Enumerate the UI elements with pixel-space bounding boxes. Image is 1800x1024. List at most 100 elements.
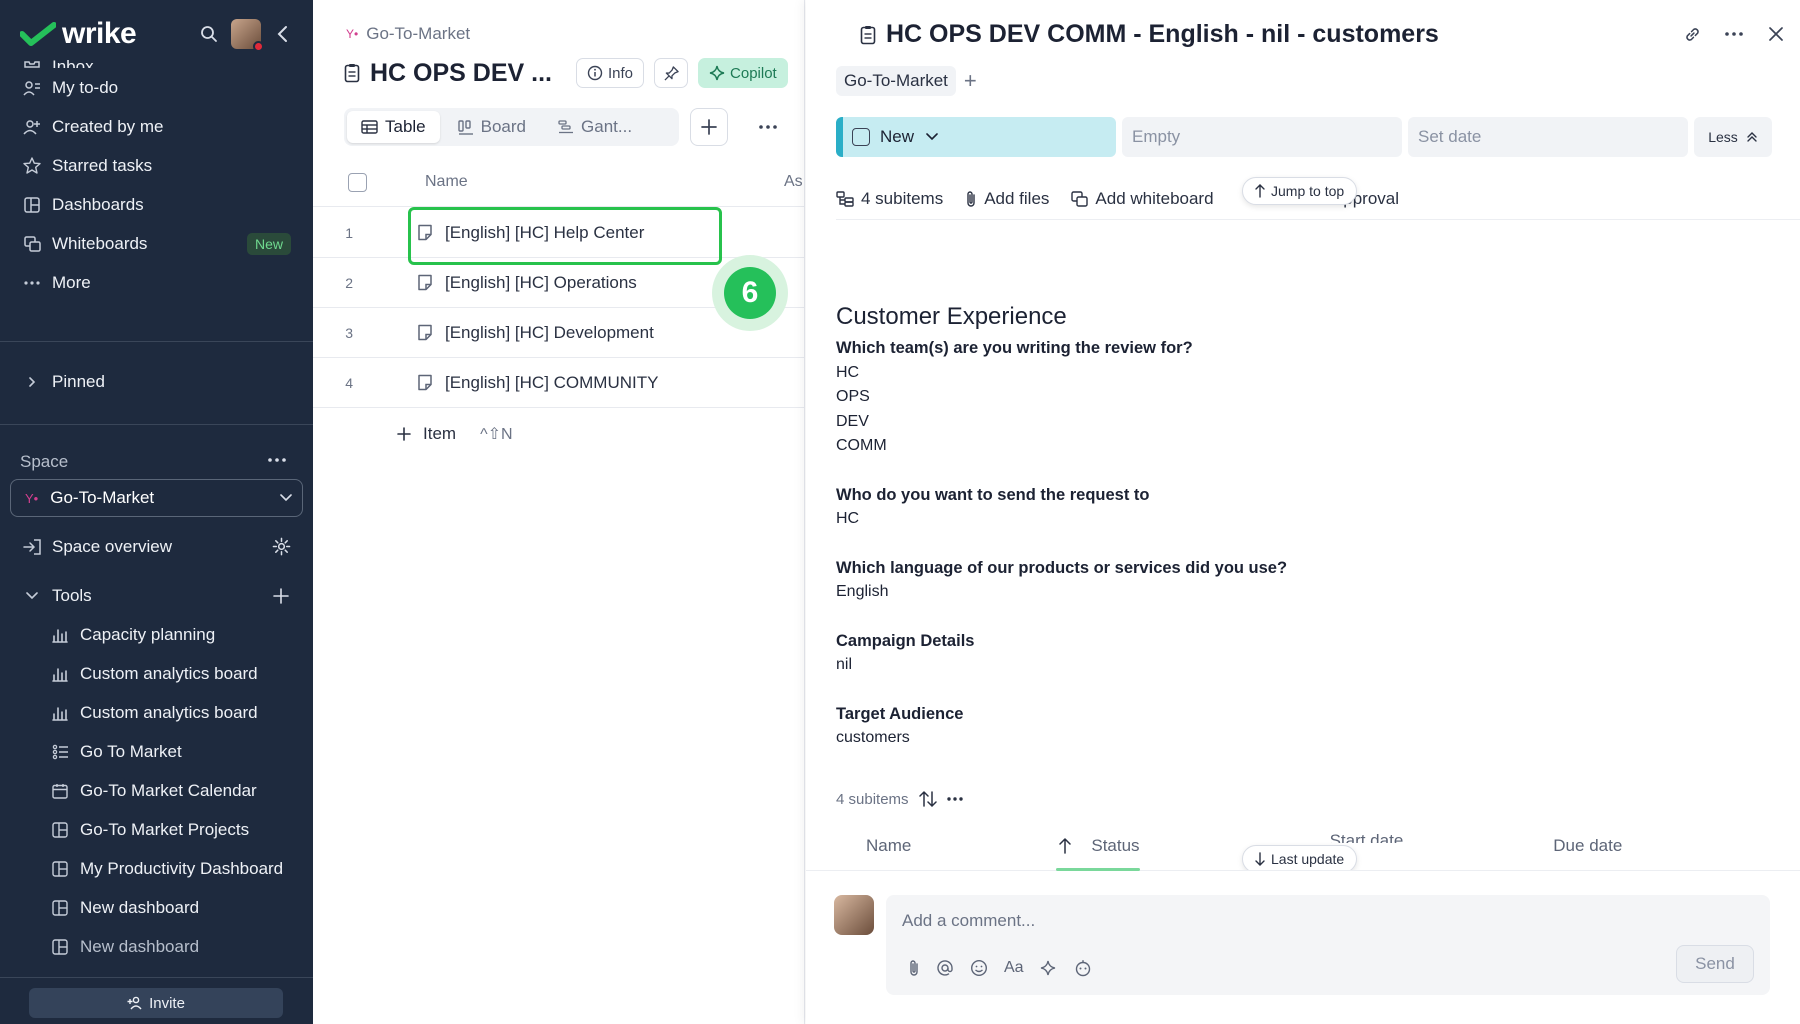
status-dropdown[interactable]: New xyxy=(836,117,1116,157)
subitems-col-start[interactable]: Start date xyxy=(1330,830,1404,843)
emoji-icon[interactable] xyxy=(970,959,988,977)
sort-icon[interactable] xyxy=(918,790,937,808)
sidebar-tool-item[interactable]: New dashboard xyxy=(0,927,313,966)
settings-gear-icon[interactable] xyxy=(272,537,291,556)
sidebar-item-todo[interactable]: My to-do xyxy=(0,68,313,107)
row-number: 3 xyxy=(345,324,353,341)
sidebar-item-created[interactable]: Created by me xyxy=(0,107,313,146)
tab-board[interactable]: Board xyxy=(444,111,540,143)
dashboard-icon xyxy=(52,938,70,955)
sidebar-item-whiteboards[interactable]: Whiteboards New xyxy=(0,224,313,263)
sidebar-tool-label: Go To Market xyxy=(80,741,182,761)
add-item-button[interactable]: Item ^⇧N xyxy=(397,424,513,444)
column-header-assignee[interactable]: As xyxy=(784,173,804,191)
close-icon[interactable] xyxy=(1762,20,1790,48)
tab-gantt[interactable]: Gant... xyxy=(544,111,646,143)
text-format-icon[interactable]: Aa xyxy=(1004,959,1024,977)
task-title[interactable]: HC OPS DEV COMM - English - nil - custom… xyxy=(886,20,1439,49)
arrow-down-icon xyxy=(1255,852,1265,866)
copy-link-icon[interactable] xyxy=(1678,20,1706,48)
info-button[interactable]: Info xyxy=(575,58,645,88)
add-tool-icon[interactable] xyxy=(273,587,289,604)
chevrons-up-icon xyxy=(1746,131,1758,143)
jump-to-top-button[interactable]: Jump to top xyxy=(1242,177,1358,205)
add-tag-icon[interactable]: + xyxy=(964,70,977,92)
subitems-count: 4 subitems xyxy=(836,790,909,808)
comment-input[interactable]: Add a comment... Aa Send xyxy=(886,895,1770,995)
dashboard-icon xyxy=(52,899,70,916)
folder-tag[interactable]: Go-To-Market xyxy=(836,66,956,96)
sidebar-tool-item[interactable]: Capacity planning xyxy=(0,615,313,654)
ai-sparkle-icon[interactable] xyxy=(1040,959,1058,977)
assignee-field[interactable]: Empty xyxy=(1122,117,1402,157)
sparkle-icon xyxy=(709,65,725,81)
sidebar-item-inbox[interactable]: Inbox xyxy=(0,38,313,68)
more-dots-icon xyxy=(22,280,42,285)
new-badge: New xyxy=(246,232,291,255)
subitems-col-due[interactable]: Due date xyxy=(1553,836,1622,856)
breadcrumb[interactable]: Y• Go-To-Market xyxy=(346,24,470,44)
task-name[interactable]: [English] [HC] Operations xyxy=(445,273,637,293)
mention-icon[interactable] xyxy=(936,959,954,977)
subitems-more-icon[interactable] xyxy=(946,797,963,801)
add-whiteboard-button[interactable]: Add whiteboard xyxy=(1071,189,1214,209)
subitems-button[interactable]: 4 subitems xyxy=(836,189,943,209)
sidebar-tool-item[interactable]: Custom analytics board xyxy=(0,654,313,693)
sidebar-divider xyxy=(0,424,313,425)
copilot-button[interactable]: Copilot xyxy=(698,58,788,88)
table-row[interactable]: 4 [English] [HC] COMMUNITY xyxy=(313,358,804,408)
row-highlight-frame xyxy=(408,207,722,265)
bot-icon[interactable] xyxy=(1074,959,1092,977)
paperclip-icon[interactable] xyxy=(908,959,920,977)
row-number: 4 xyxy=(345,374,353,391)
sidebar-tool-item[interactable]: Go-To Market Projects xyxy=(0,810,313,849)
send-button[interactable]: Send xyxy=(1676,945,1754,983)
column-header-name[interactable]: Name xyxy=(425,173,468,191)
less-toggle-button[interactable]: Less xyxy=(1694,117,1772,157)
subitems-toolbar: 4 subitems xyxy=(836,790,963,808)
space-logo-icon: Y• xyxy=(346,27,359,41)
info-icon xyxy=(587,65,603,81)
task-name[interactable]: [English] [HC] COMMUNITY xyxy=(445,373,658,393)
space-more-icon[interactable] xyxy=(263,446,291,474)
sidebar-item-starred[interactable]: Starred tasks xyxy=(0,146,313,185)
sidebar-item-more[interactable]: More xyxy=(0,263,313,302)
sidebar-item-space-overview[interactable]: Space overview xyxy=(0,527,313,566)
sidebar-item-dashboards[interactable]: Dashboards xyxy=(0,185,313,224)
inbox-icon xyxy=(22,54,42,68)
arrow-up-icon[interactable] xyxy=(1059,838,1072,854)
answer: HC xyxy=(836,363,860,381)
copilot-label: Copilot xyxy=(730,64,777,82)
status-checkbox[interactable] xyxy=(852,128,870,146)
sidebar-tool-item[interactable]: Go-To Market Calendar xyxy=(0,771,313,810)
sidebar-tool-item[interactable]: Custom analytics board xyxy=(0,693,313,732)
date-field[interactable]: Set date xyxy=(1408,117,1688,157)
sidebar-tool-item[interactable]: My Productivity Dashboard xyxy=(0,849,313,888)
table-header: Name As xyxy=(313,158,804,207)
task-icon xyxy=(417,324,433,341)
pin-button[interactable] xyxy=(654,58,689,88)
tab-table[interactable]: Table xyxy=(347,111,440,143)
sidebar-tool-label: New dashboard xyxy=(80,897,200,917)
invite-button[interactable]: Invite xyxy=(29,988,283,1018)
space-selector[interactable]: Y• Go-To-Market xyxy=(10,479,303,517)
chevron-right-icon xyxy=(22,376,42,388)
step-number-badge: 6 xyxy=(712,255,788,331)
select-all-checkbox[interactable] xyxy=(348,172,367,192)
last-update-button[interactable]: Last update xyxy=(1242,845,1358,873)
add-view-button[interactable] xyxy=(690,108,728,146)
avatar xyxy=(834,895,874,935)
task-name[interactable]: [English] [HC] Development xyxy=(445,323,654,343)
subitems-col-name[interactable]: Name xyxy=(866,836,911,856)
add-files-button[interactable]: Add files xyxy=(965,189,1049,209)
sidebar-item-tools[interactable]: Tools xyxy=(0,576,313,615)
sidebar-tool-item[interactable]: New dashboard xyxy=(0,888,313,927)
sidebar-tool-item[interactable]: Go To Market xyxy=(0,732,313,771)
more-options-icon[interactable] xyxy=(1720,20,1748,48)
calendar-icon xyxy=(52,783,70,799)
subitems-col-status[interactable]: Status xyxy=(1091,836,1139,856)
sidebar-item-pinned[interactable]: Pinned xyxy=(0,362,313,401)
task-description[interactable]: Customer Experience Which team(s) are yo… xyxy=(836,302,1736,775)
add-item-label: Item xyxy=(423,424,457,443)
view-more-icon[interactable] xyxy=(753,114,783,140)
